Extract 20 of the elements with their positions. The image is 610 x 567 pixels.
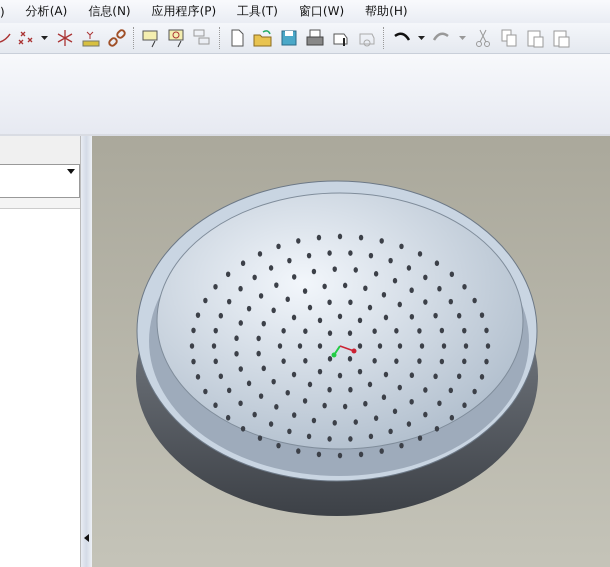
copy-icon[interactable] [499,28,519,48]
menu-item[interactable]: 工具(T) [237,3,287,20]
menu-item[interactable]: 应用程序(P) [152,3,226,20]
chain-link-icon[interactable] [107,28,127,48]
paste-special-icon[interactable] [551,28,571,48]
dropdown-arrow-icon [67,169,75,174]
3d-viewport[interactable] [92,136,610,567]
dropdown-field[interactable] [0,164,80,198]
menu-item[interactable]: 帮助(H) [365,3,417,20]
print-icon[interactable] [305,28,325,48]
save-icon[interactable] [279,28,299,48]
menu-item[interactable]: 窗口(W) [298,3,354,20]
menu-item[interactable]: 分析(A) [26,3,76,20]
cut-icon[interactable] [473,28,493,48]
menu-item[interactable]: 信息(N) [88,3,140,20]
coordinate-system-icon[interactable] [55,28,75,48]
paste-icon[interactable] [525,28,545,48]
menu-item[interactable]: ) [0,4,14,18]
open-folder-icon[interactable] [253,28,273,48]
collapse-arrow-icon[interactable] [84,534,89,542]
